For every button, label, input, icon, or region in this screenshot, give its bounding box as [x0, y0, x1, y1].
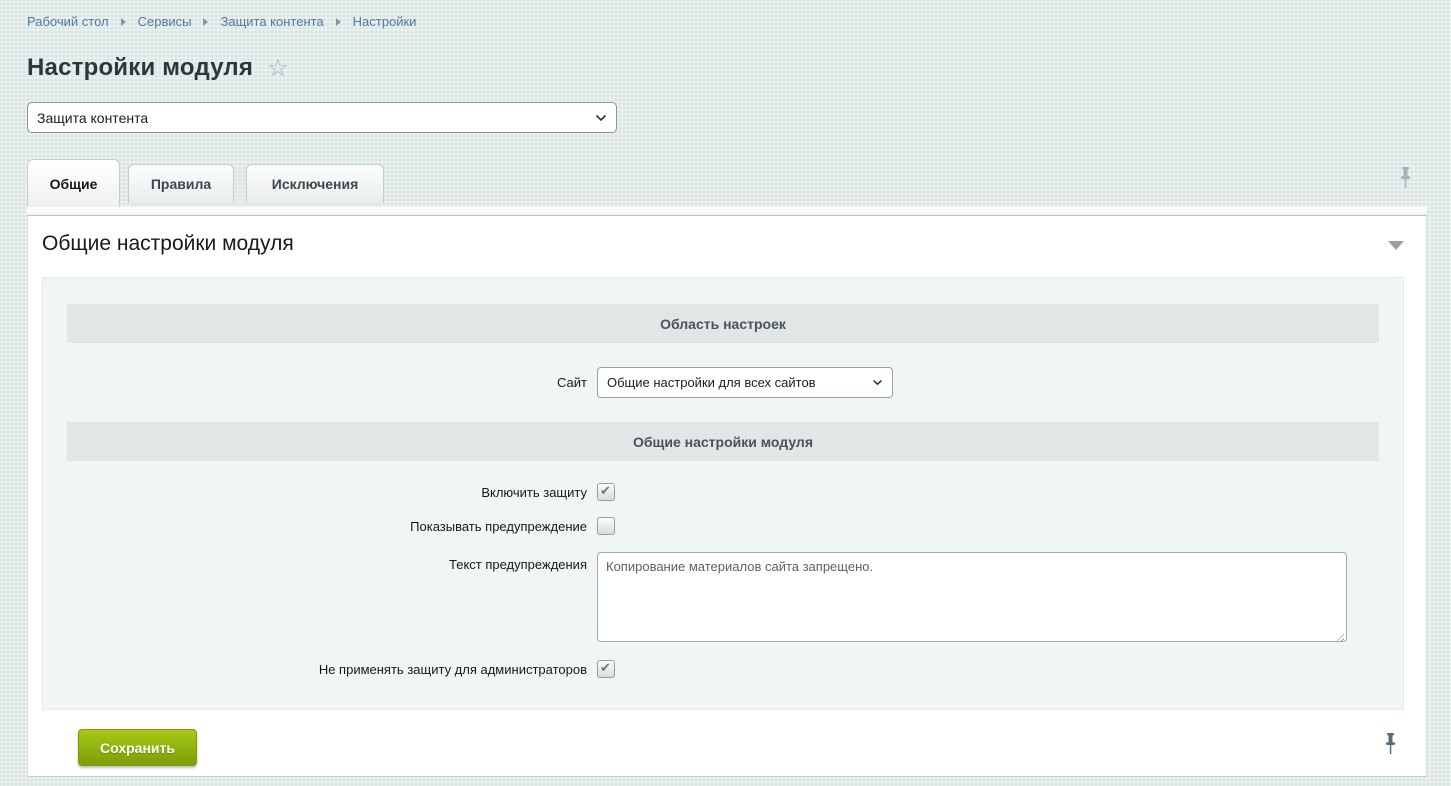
module-settings-header: Общие настройки модуля: [67, 422, 1379, 461]
pin-icon-bottom[interactable]: [1383, 733, 1398, 762]
breadcrumb-separator-icon: [336, 18, 341, 26]
warning-text-label: Текст предупреждения: [43, 552, 587, 572]
module-settings-header-label: Общие настройки модуля: [633, 434, 813, 450]
breadcrumb-link-settings[interactable]: Настройки: [353, 14, 417, 29]
site-label: Сайт: [43, 375, 587, 390]
enable-protection-row: Включить защиту: [43, 483, 1403, 501]
page-title: Настройки модуля: [27, 54, 253, 82]
show-warning-checkbox[interactable]: [597, 517, 615, 535]
breadcrumb-link-services[interactable]: Сервисы: [138, 14, 192, 29]
breadcrumb: Рабочий стол Сервисы Защита контента Нас…: [27, 14, 416, 29]
warning-text-row: Текст предупреждения Копирование материа…: [43, 552, 1403, 647]
enable-protection-checkbox[interactable]: [597, 483, 615, 501]
tab-exceptions-label: Исключения: [272, 176, 359, 192]
skip-admins-checkbox[interactable]: [597, 660, 615, 678]
show-warning-row: Показывать предупреждение: [43, 517, 1403, 535]
chevron-down-icon: [872, 379, 883, 386]
save-button[interactable]: Сохранить: [78, 729, 197, 766]
pin-icon[interactable]: [1398, 167, 1413, 196]
tab-rules[interactable]: Правила: [128, 164, 234, 203]
site-row: Сайт Общие настройки для всех сайтов: [43, 367, 1403, 398]
settings-area-header-label: Область настроек: [660, 316, 786, 332]
page-background: Рабочий стол Сервисы Защита контента Нас…: [0, 0, 1451, 786]
tab-general[interactable]: Общие: [27, 159, 120, 207]
tab-general-label: Общие: [50, 176, 98, 192]
settings-area-header: Область настроек: [67, 304, 1379, 343]
site-select[interactable]: Общие настройки для всех сайтов: [597, 367, 893, 398]
chevron-down-icon: [595, 114, 607, 122]
collapse-arrow-icon[interactable]: [1388, 241, 1404, 250]
breadcrumb-link-desktop[interactable]: Рабочий стол: [27, 14, 109, 29]
form-area: Область настроек Сайт Общие настройки дл…: [42, 277, 1404, 710]
settings-panel: Общие настройки модуля Область настроек …: [27, 216, 1427, 777]
tab-rules-label: Правила: [151, 176, 211, 192]
section-title: Общие настройки модуля: [42, 232, 294, 256]
module-select-value: Защита контента: [37, 110, 148, 126]
site-select-value: Общие настройки для всех сайтов: [607, 375, 816, 390]
skip-admins-label: Не применять защиту для администраторов: [43, 662, 587, 677]
skip-admins-row: Не применять защиту для администраторов: [43, 660, 1403, 678]
enable-protection-label: Включить защиту: [43, 485, 587, 500]
favorite-star-icon[interactable]: ☆: [267, 54, 289, 83]
page-title-row: Настройки модуля ☆: [27, 52, 289, 83]
tab-exceptions[interactable]: Исключения: [246, 164, 384, 203]
breadcrumb-separator-icon: [203, 18, 208, 26]
warning-text-input[interactable]: Копирование материалов сайта запрещено.: [597, 552, 1347, 642]
breadcrumb-separator-icon: [121, 18, 126, 26]
show-warning-label: Показывать предупреждение: [43, 519, 587, 534]
tab-strip: [27, 207, 1427, 216]
module-select[interactable]: Защита контента: [27, 102, 617, 133]
breadcrumb-link-content-protection[interactable]: Защита контента: [220, 14, 323, 29]
